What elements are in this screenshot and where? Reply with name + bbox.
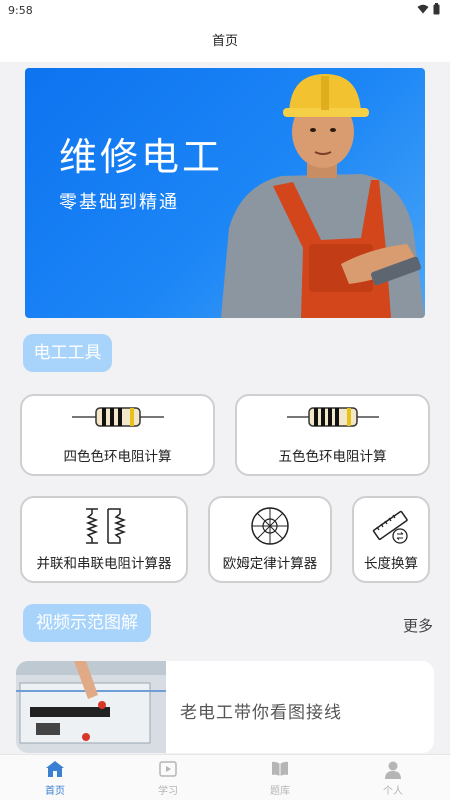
- tool-label: 长度换算: [364, 556, 418, 572]
- page-title: 首页: [0, 22, 450, 62]
- status-icons: [417, 3, 440, 15]
- battery-icon: [433, 3, 440, 15]
- tool-card-five-band-resistor[interactable]: 五色色环电阻计算: [235, 394, 430, 476]
- person-icon: [385, 761, 401, 779]
- video-thumbnail: [16, 661, 166, 753]
- ohms-law-wheel-icon: [251, 507, 289, 545]
- more-link[interactable]: 更多: [403, 615, 433, 636]
- home-icon: [46, 761, 64, 777]
- video-title: 老电工带你看图接线: [180, 703, 342, 723]
- tool-card-length-conversion[interactable]: 长度换算: [352, 496, 430, 583]
- video-section-title: 视频示范图解: [23, 604, 151, 642]
- tab-profile[interactable]: 个人: [348, 755, 438, 800]
- electrician-illustration: [221, 74, 425, 318]
- tab-home[interactable]: 首页: [10, 755, 100, 800]
- tool-label: 五色色环电阻计算: [278, 449, 387, 465]
- tab-label: 首页: [45, 786, 65, 797]
- tool-label: 四色色环电阻计算: [63, 449, 172, 465]
- series-parallel-circuit-icon: [85, 508, 126, 544]
- banner-subtitle: 零基础到精通: [59, 192, 179, 213]
- status-time: 9:58: [8, 4, 33, 17]
- tool-card-series-parallel[interactable]: 并联和串联电阻计算器: [20, 496, 188, 583]
- tab-label: 学习: [158, 786, 178, 797]
- tab-question-bank[interactable]: 题库: [235, 755, 325, 800]
- status-bar: 9:58: [0, 0, 450, 22]
- book-icon: [272, 761, 288, 776]
- wifi-icon: [417, 4, 429, 14]
- tab-label: 题库: [270, 786, 290, 797]
- video-item[interactable]: 老电工带你看图接线: [16, 661, 434, 753]
- bottom-tab-bar: 首页 学习 题库 个人: [0, 754, 450, 800]
- tool-label: 并联和串联电阻计算器: [36, 556, 172, 572]
- hero-banner[interactable]: 维修电工 零基础到精通: [25, 68, 425, 318]
- tools-section-title: 电工工具: [23, 334, 112, 372]
- banner-title: 维修电工: [59, 135, 224, 179]
- tool-label: 欧姆定律计算器: [222, 556, 318, 572]
- tab-study[interactable]: 学习: [123, 755, 213, 800]
- resistor-four-band-icon: [71, 407, 164, 427]
- play-icon: [159, 761, 177, 777]
- tool-card-four-band-resistor[interactable]: 四色色环电阻计算: [20, 394, 215, 476]
- tab-label: 个人: [383, 786, 403, 797]
- resistor-five-band-icon: [286, 407, 379, 427]
- tool-card-ohms-law[interactable]: 欧姆定律计算器: [208, 496, 332, 583]
- ruler-icon: [372, 510, 408, 544]
